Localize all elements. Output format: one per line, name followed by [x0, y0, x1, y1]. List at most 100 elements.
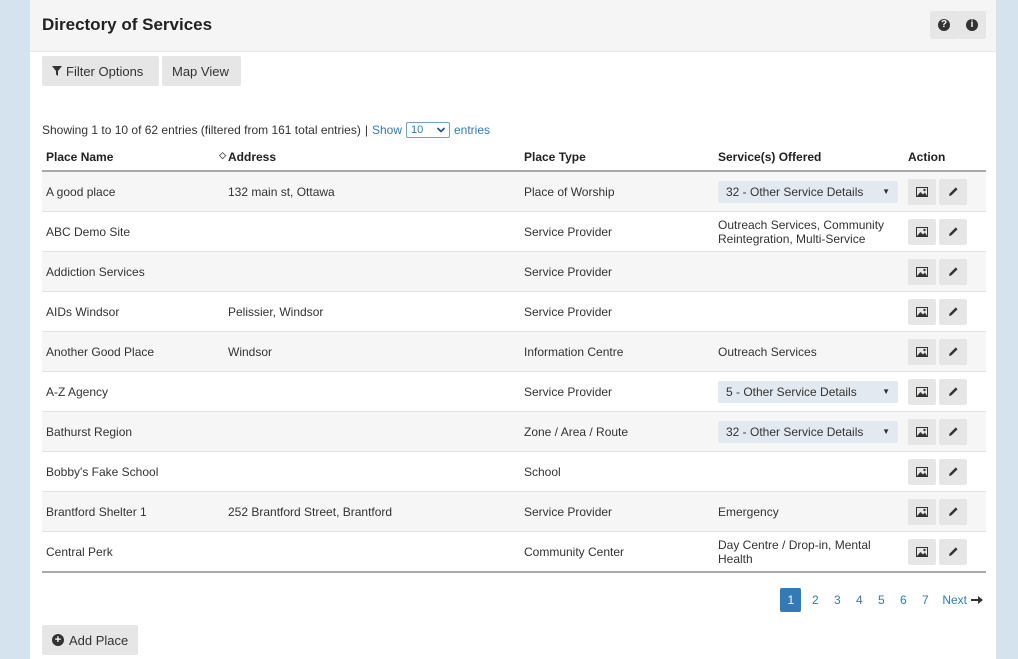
filter-options-label: Filter Options [66, 63, 144, 79]
pencil-icon [948, 547, 958, 556]
place-type-cell: Service Provider [520, 491, 714, 532]
edit-button[interactable] [939, 338, 967, 365]
show-label: Show [371, 123, 402, 137]
arrow-right-icon [971, 596, 983, 604]
next-page-button[interactable]: Next [936, 588, 986, 612]
place-name-cell: Brantford Shelter 1 [42, 491, 224, 532]
services-select[interactable]: 32 - Other Service Details ▼ [718, 180, 898, 203]
filter-options-button[interactable]: Filter Options [42, 56, 159, 86]
summary-separator: | [364, 123, 368, 137]
chevron-down-icon [437, 127, 445, 133]
edit-button[interactable] [939, 538, 967, 565]
page-1-button[interactable]: 1 [780, 588, 802, 612]
image-icon [916, 426, 928, 437]
services-select-value: 32 - Other Service Details [726, 424, 864, 439]
services-select-value: 5 - Other Service Details [726, 384, 857, 399]
plus-circle-icon: + [52, 634, 64, 646]
address-cell [224, 211, 520, 252]
page-4-button[interactable]: 4 [848, 588, 870, 612]
view-image-button[interactable] [908, 218, 936, 245]
edit-button[interactable] [939, 298, 967, 325]
page-3-button[interactable]: 3 [826, 588, 848, 612]
table-row: Another Good Place Windsor Information Cen… [42, 331, 986, 372]
page-5-button[interactable]: 5 [870, 588, 892, 612]
services-cell [714, 291, 904, 332]
edit-button[interactable] [939, 498, 967, 525]
view-image-button[interactable] [908, 498, 936, 525]
address-cell: Pelissier, Windsor [224, 291, 520, 332]
image-icon [916, 186, 928, 197]
info-icon: i [966, 19, 978, 31]
place-type-cell: Service Provider [520, 251, 714, 292]
view-image-button[interactable] [908, 458, 936, 485]
action-cell [904, 291, 986, 332]
address-cell [224, 371, 520, 412]
view-image-button[interactable] [908, 538, 936, 565]
column-place-type[interactable]: Place Type [520, 143, 714, 172]
map-view-button[interactable]: Map View [162, 56, 241, 86]
services-cell: 32 - Other Service Details ▼ [714, 171, 904, 212]
page-7-button[interactable]: 7 [914, 588, 936, 612]
place-name-cell: Addiction Services [42, 251, 224, 292]
services-select-value: 32 - Other Service Details [726, 184, 864, 199]
edit-button[interactable] [939, 178, 967, 205]
next-label: Next [942, 593, 967, 607]
place-name-cell: Bobby's Fake School [42, 451, 224, 492]
image-icon [916, 546, 928, 557]
pencil-icon [948, 467, 958, 476]
column-services-offered[interactable]: Service(s) Offered [714, 143, 904, 172]
services-cell [714, 251, 904, 292]
address-cell [224, 531, 520, 573]
add-place-button[interactable]: + Add Place [42, 625, 139, 655]
page-2-button[interactable]: 2 [804, 588, 826, 612]
table-row: A-Z Agency Service Provider 5 - Other Serv… [42, 371, 986, 412]
places-table: Place Name ◇ Address Place Type Service(… [42, 143, 986, 573]
services-cell: Day Centre / Drop-in, Mental Health [714, 531, 904, 573]
action-cell [904, 411, 986, 452]
pencil-icon [948, 267, 958, 276]
place-name-cell: A-Z Agency [42, 371, 224, 412]
column-place-name[interactable]: Place Name ◇ [42, 143, 226, 172]
action-cell [904, 331, 986, 372]
table-row: Bathurst Region Zone / Area / Route 32 - O… [42, 411, 986, 452]
services-select[interactable]: 5 - Other Service Details ▼ [718, 380, 898, 403]
panel-header: Directory of Services ? i [30, 0, 996, 52]
place-type-cell: Place of Worship [520, 171, 714, 212]
table-row: Central Perk Community Center Day Centre /… [42, 531, 986, 573]
edit-button[interactable] [939, 378, 967, 405]
place-type-cell: Service Provider [520, 211, 714, 252]
services-select[interactable]: 32 - Other Service Details ▼ [718, 420, 898, 443]
help-button[interactable]: ? [930, 11, 958, 39]
column-address[interactable]: Address [224, 143, 520, 172]
map-view-label: Map View [172, 63, 229, 79]
page-title: Directory of Services [42, 15, 213, 34]
image-icon [916, 266, 928, 277]
edit-button[interactable] [939, 258, 967, 285]
place-name-cell: A good place [42, 171, 224, 212]
view-image-button[interactable] [908, 178, 936, 205]
edit-button[interactable] [939, 218, 967, 245]
pencil-icon [948, 387, 958, 396]
services-cell: Outreach Services, Community Reintegrati… [714, 211, 904, 252]
view-image-button[interactable] [908, 378, 936, 405]
edit-button[interactable] [939, 418, 967, 445]
image-icon [916, 226, 928, 237]
page-6-button[interactable]: 6 [892, 588, 914, 612]
entries-summary: Showing 1 to 10 of 62 entries (filtered … [42, 122, 490, 138]
view-image-button[interactable] [908, 338, 936, 365]
table-row: Bobby's Fake School School [42, 451, 986, 492]
address-cell: 132 main st, Ottawa [224, 171, 520, 212]
services-cell: Outreach Services [714, 331, 904, 372]
view-image-button[interactable] [908, 298, 936, 325]
view-image-button[interactable] [908, 258, 936, 285]
table-row: AIDs Windsor Pelissier, Windsor Service Pr… [42, 291, 986, 332]
edit-button[interactable] [939, 458, 967, 485]
info-button[interactable]: i [958, 11, 986, 39]
action-cell [904, 171, 986, 212]
table-row: Brantford Shelter 1 252 Brantford Street,… [42, 491, 986, 532]
view-image-button[interactable] [908, 418, 936, 445]
page-size-select[interactable]: 10 [406, 122, 450, 138]
action-cell [904, 211, 986, 252]
sort-icon: ◇ [219, 149, 226, 160]
filter-icon [52, 66, 62, 76]
